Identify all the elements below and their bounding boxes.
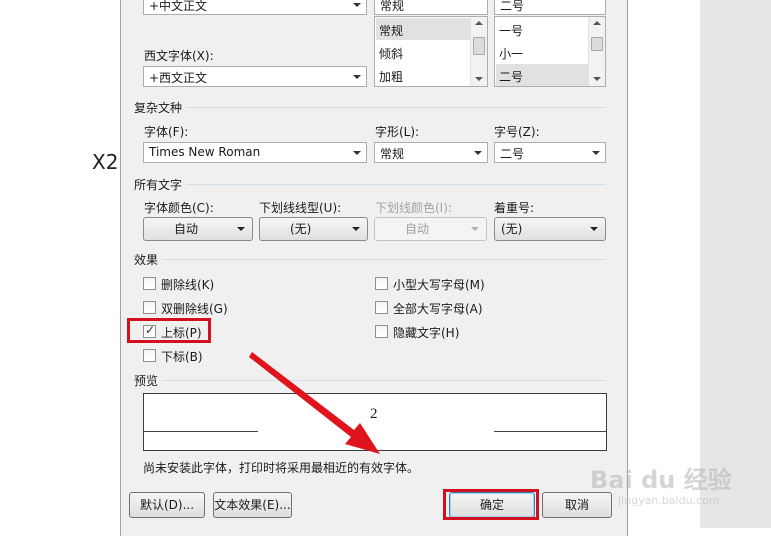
preview-section-title: 预览 (134, 374, 159, 388)
superscript-highlight-box (127, 318, 211, 343)
effects-section-divider (162, 259, 606, 260)
double-strikethrough-label[interactable]: 双删除线(G) (161, 300, 228, 317)
complex-size-value: 二号 (500, 147, 525, 161)
list-item[interactable]: 小一 (499, 45, 523, 62)
chevron-down-icon (474, 151, 482, 155)
underline-type-value: (无) (290, 222, 312, 236)
style-input-value: 常规 (380, 0, 405, 13)
strikethrough-label[interactable]: 删除线(K) (161, 276, 214, 293)
emphasis-value: (无) (501, 222, 523, 236)
emphasis-dropdown[interactable]: (无) (494, 217, 606, 241)
scroll-up-icon[interactable] (593, 21, 601, 25)
red-arrow-icon (249, 352, 380, 454)
style-listbox[interactable]: 常规 倾斜 加粗 (374, 16, 488, 87)
small-caps-label[interactable]: 小型大写字母(M) (393, 276, 485, 293)
ok-highlight-box (443, 489, 539, 520)
document-side-text: X2 (92, 150, 119, 174)
scroll-up-icon[interactable] (475, 21, 483, 25)
underline-type-dropdown[interactable]: (无) (259, 217, 368, 241)
all-text-section-divider (186, 184, 606, 185)
default-button[interactable]: 默认(D)... (129, 492, 205, 518)
all-text-section-title: 所有文字 (134, 178, 183, 192)
western-font-combo[interactable]: +西文正文 (143, 66, 367, 87)
effects-section-title: 效果 (134, 253, 159, 267)
list-item[interactable]: 一号 (499, 22, 523, 39)
complex-style-combo[interactable]: 常规 (374, 142, 488, 163)
chevron-down-icon (352, 227, 360, 231)
complex-size-combo[interactable]: 二号 (494, 142, 606, 163)
baidu-watermark: Bai du 经验 jingyan.baidu.com (590, 458, 770, 518)
emphasis-label: 着重号: (494, 201, 535, 215)
scroll-thumb[interactable] (473, 37, 485, 55)
list-item[interactable]: 常规 (379, 22, 403, 39)
style-input[interactable]: 常规 (374, 0, 488, 15)
complex-style-label: 字形(L): (375, 125, 420, 139)
font-color-dropdown[interactable]: 自动 (143, 217, 253, 241)
double-strikethrough-checkbox[interactable] (143, 301, 156, 314)
underline-color-dropdown: 自动 (374, 217, 487, 241)
complex-style-value: 常规 (380, 147, 405, 161)
style-scrollbar[interactable] (470, 17, 487, 86)
background-gray-area (700, 0, 771, 528)
preview-baseline-right (494, 431, 607, 432)
list-item[interactable]: 加粗 (379, 68, 403, 85)
text-effects-button[interactable]: 文本效果(E)... (213, 492, 292, 518)
baidu-url: jingyan.baidu.com (618, 494, 720, 507)
background-page-strip (628, 0, 700, 528)
strikethrough-checkbox[interactable] (143, 277, 156, 290)
size-scrollbar[interactable] (588, 17, 605, 86)
all-caps-label[interactable]: 全部大写字母(A) (393, 300, 483, 317)
all-caps-checkbox[interactable] (375, 301, 388, 314)
subscript-checkbox[interactable] (143, 349, 156, 362)
scroll-down-icon[interactable] (593, 77, 601, 81)
size-listbox[interactable]: 一号 小一 二号 (494, 16, 606, 87)
underline-color-value: 自动 (405, 222, 430, 236)
size-input[interactable]: 二号 (494, 0, 606, 15)
chevron-down-icon (237, 227, 245, 231)
chevron-down-icon (353, 151, 361, 155)
scroll-thumb[interactable] (591, 37, 603, 51)
complex-section-title: 复杂文种 (134, 101, 183, 115)
complex-font-value: Times New Roman (149, 145, 261, 159)
small-caps-checkbox[interactable] (375, 277, 388, 290)
chevron-down-icon (353, 75, 361, 79)
western-font-label: 西文字体(X): (144, 49, 214, 63)
hidden-text-checkbox[interactable] (375, 325, 388, 338)
complex-font-label: 字体(F): (144, 125, 189, 139)
western-font-value: +西文正文 (149, 71, 208, 85)
chevron-down-icon (590, 227, 598, 231)
font-color-label: 字体颜色(C): (144, 201, 214, 215)
complex-size-label: 字号(Z): (494, 125, 540, 139)
chinese-font-value: +中文正文 (149, 0, 208, 13)
list-item[interactable]: 二号 (499, 68, 523, 85)
complex-font-combo[interactable]: Times New Roman (143, 142, 367, 163)
size-input-value: 二号 (500, 0, 525, 13)
baidu-logo-text: Bai du 经验 (590, 466, 732, 494)
subscript-label[interactable]: 下标(B) (161, 348, 203, 365)
underline-color-label: 下划线颜色(I): (375, 201, 452, 215)
chinese-font-combo[interactable]: +中文正文 (143, 0, 367, 15)
chevron-down-icon (592, 151, 600, 155)
list-item[interactable]: 倾斜 (379, 45, 403, 62)
chevron-down-icon (471, 227, 479, 231)
font-color-value: 自动 (174, 222, 199, 236)
hidden-text-label[interactable]: 隐藏文字(H) (393, 324, 459, 341)
complex-section-divider (186, 107, 606, 108)
underline-type-label: 下划线线型(U): (259, 201, 342, 215)
chevron-down-icon (353, 3, 361, 7)
scroll-down-icon[interactable] (475, 77, 483, 81)
